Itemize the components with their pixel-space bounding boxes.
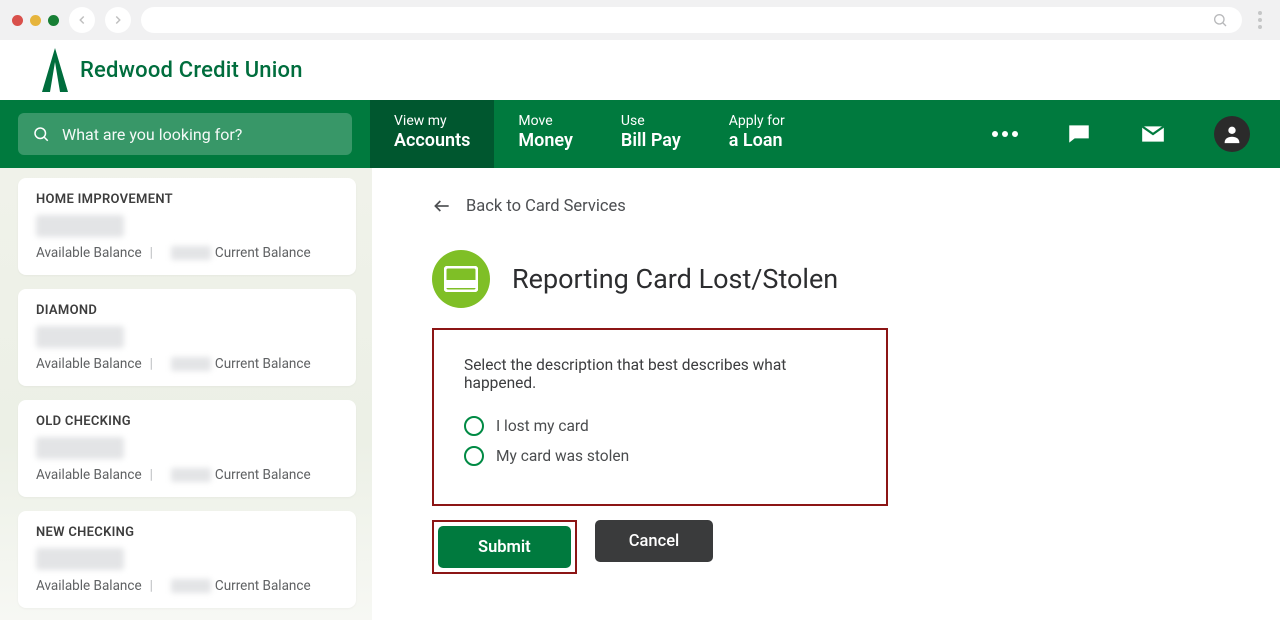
form-prompt: Select the description that best describ… [464, 356, 856, 392]
redacted-amount [36, 437, 124, 459]
balance-line: Available Balance|Current Balance [36, 245, 338, 261]
card-badge-icon [432, 250, 490, 308]
brand-name: Redwood Credit Union [80, 58, 303, 83]
brand-logo-icon [40, 48, 70, 92]
search-input[interactable]: What are you looking for? [18, 113, 352, 155]
redacted-amount [36, 215, 124, 237]
radio-label: My card was stolen [496, 447, 629, 465]
cancel-button[interactable]: Cancel [595, 520, 714, 562]
address-bar[interactable] [141, 7, 1242, 33]
nav-item-accounts[interactable]: View my Accounts [370, 100, 494, 168]
account-card[interactable]: NEW CHECKING Available Balance|Current B… [18, 511, 356, 608]
search-icon [32, 125, 50, 143]
submit-highlight-box: Submit [432, 520, 577, 574]
brand-header: Redwood Credit Union [0, 40, 1280, 100]
accounts-sidebar: HOME IMPROVEMENT Available Balance|Curre… [0, 168, 372, 620]
back-button[interactable] [69, 7, 95, 33]
radio-icon [464, 416, 484, 436]
account-card[interactable]: OLD CHECKING Available Balance|Current B… [18, 400, 356, 497]
arrow-left-icon [432, 196, 452, 216]
profile-avatar[interactable] [1214, 116, 1250, 152]
back-to-card-services-link[interactable]: Back to Card Services [432, 196, 1280, 216]
account-title: NEW CHECKING [36, 525, 338, 540]
page-title: Reporting Card Lost/Stolen [512, 263, 838, 295]
balance-line: Available Balance|Current Balance [36, 578, 338, 594]
window-controls [12, 15, 59, 26]
reason-radio-group: I lost my card My card was stolen [464, 416, 856, 466]
radio-option-lost[interactable]: I lost my card [464, 416, 856, 436]
nav-item-bill-pay[interactable]: Use Bill Pay [597, 100, 705, 168]
primary-nav: What are you looking for? View my Accoun… [0, 100, 1280, 168]
search-icon [1212, 12, 1228, 28]
back-link-label: Back to Card Services [466, 197, 626, 216]
close-window-icon[interactable] [12, 15, 23, 26]
forward-button[interactable] [105, 7, 131, 33]
balance-line: Available Balance|Current Balance [36, 467, 338, 483]
main-content: Back to Card Services Reporting Card Los… [372, 168, 1280, 620]
account-card[interactable]: DIAMOND Available Balance|Current Balanc… [18, 289, 356, 386]
minimize-window-icon[interactable] [30, 15, 41, 26]
account-title: OLD CHECKING [36, 414, 338, 429]
radio-icon [464, 446, 484, 466]
nav-item-apply-loan[interactable]: Apply for a Loan [705, 100, 809, 168]
redacted-amount [36, 326, 124, 348]
mail-icon[interactable] [1140, 121, 1166, 147]
nav-item-move-money[interactable]: Move Money [494, 100, 597, 168]
radio-label: I lost my card [496, 417, 589, 435]
balance-line: Available Balance|Current Balance [36, 356, 338, 372]
person-icon [1221, 123, 1243, 145]
account-card[interactable]: HOME IMPROVEMENT Available Balance|Curre… [18, 178, 356, 275]
account-title: HOME IMPROVEMENT [36, 192, 338, 207]
form-highlight-box: Select the description that best describ… [432, 328, 888, 506]
chat-icon[interactable] [1066, 121, 1092, 147]
maximize-window-icon[interactable] [48, 15, 59, 26]
browser-chrome [0, 0, 1280, 40]
account-title: DIAMOND [36, 303, 338, 318]
submit-button[interactable]: Submit [438, 526, 571, 568]
redacted-amount [36, 548, 124, 570]
search-placeholder: What are you looking for? [62, 125, 242, 144]
radio-option-stolen[interactable]: My card was stolen [464, 446, 856, 466]
browser-menu-icon[interactable] [1252, 11, 1268, 29]
more-icon[interactable] [992, 131, 1018, 137]
